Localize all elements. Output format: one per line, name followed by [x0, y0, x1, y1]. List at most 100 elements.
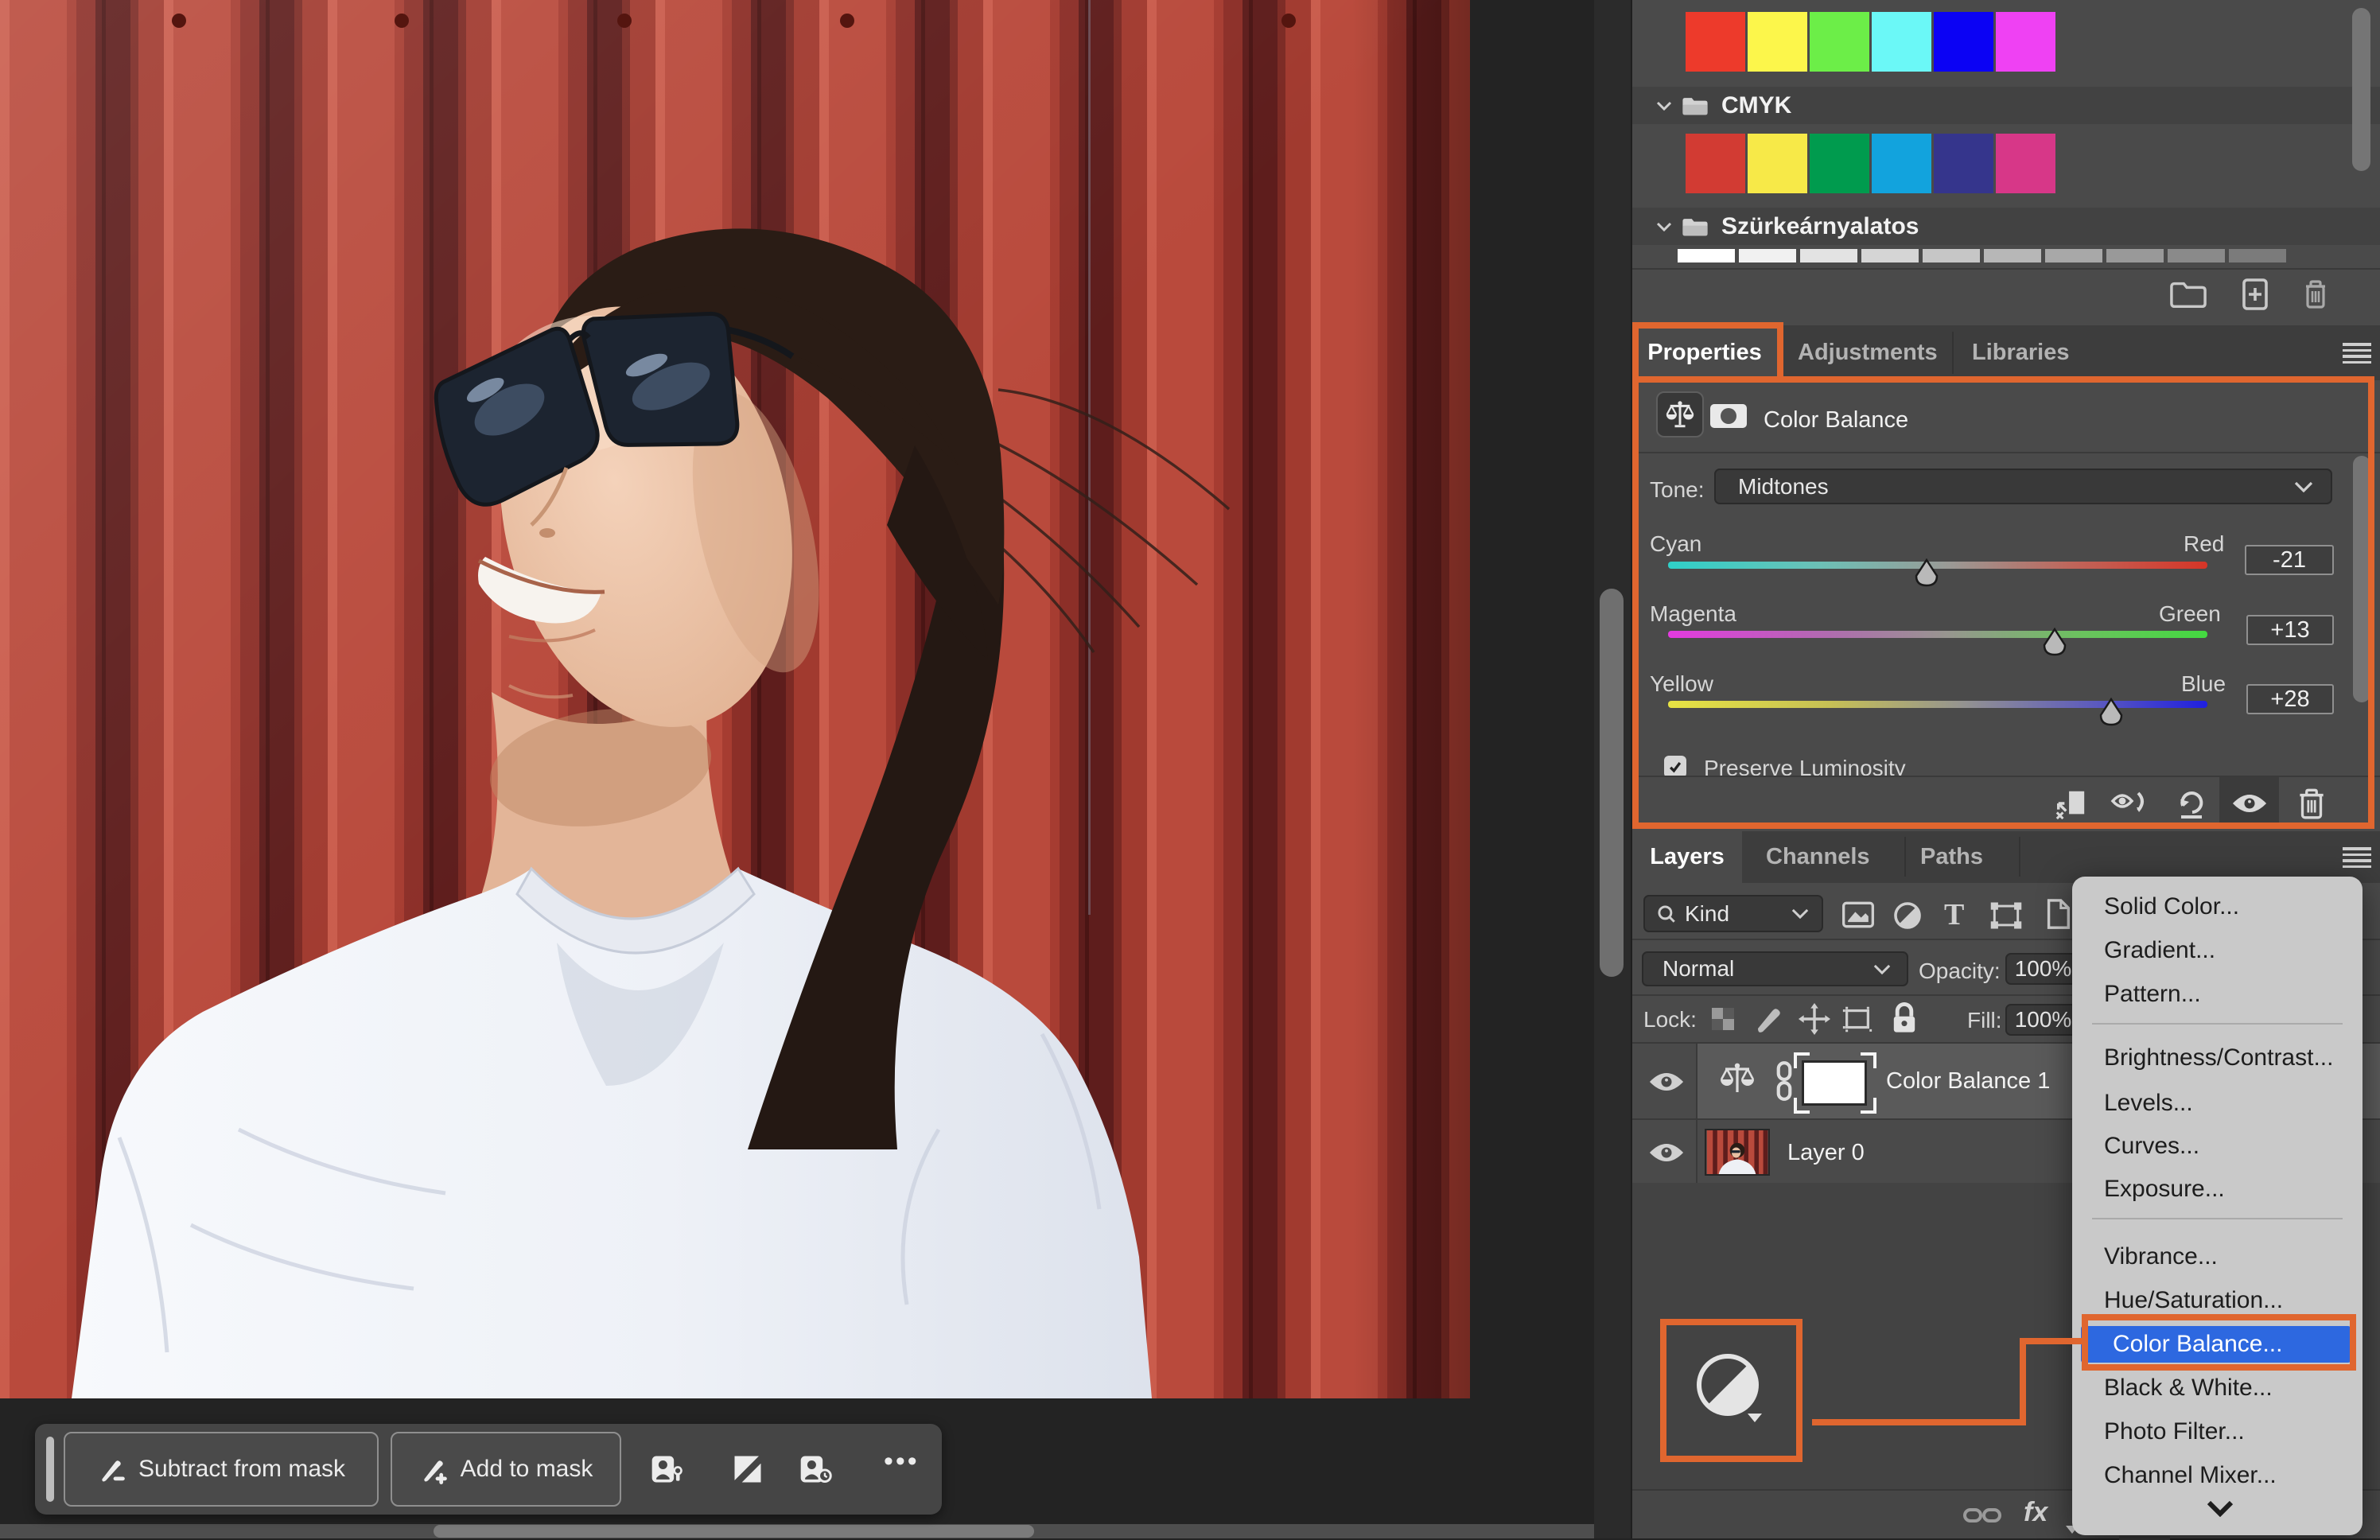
delete-swatch-button[interactable]	[2299, 277, 2332, 312]
canvas-vertical-scrollbar[interactable]	[1600, 589, 1624, 977]
link-layers-icon[interactable]	[1962, 1503, 2002, 1527]
menu-scroll-down-icon[interactable]	[2206, 1499, 2234, 1517]
swatch-group-cmyk[interactable]: CMYK	[1632, 87, 2380, 124]
swatch-group-label: CMYK	[1721, 92, 1791, 119]
taskbar-drag-handle[interactable]	[46, 1437, 54, 1502]
annotation-color-balance-item	[2082, 1314, 2356, 1371]
swatch[interactable]	[1748, 134, 1807, 193]
swatch[interactable]	[1810, 12, 1869, 72]
folder-icon	[1682, 95, 1709, 116]
swatch[interactable]	[1984, 249, 2041, 262]
swatch[interactable]	[1872, 12, 1931, 72]
swatch[interactable]	[1686, 12, 1745, 72]
subtract-from-mask-button[interactable]: Subtract from mask	[64, 1432, 379, 1507]
filter-pixel-layers-icon[interactable]	[1841, 900, 1876, 930]
swatch[interactable]	[1800, 249, 1857, 262]
tab-channels[interactable]: Channels	[1766, 844, 1870, 870]
chevron-down-icon	[1791, 908, 1809, 919]
swatch[interactable]	[1686, 134, 1745, 193]
menu-item-curves[interactable]: Curves...	[2072, 1128, 2362, 1165]
layer-name: Color Balance 1	[1886, 1068, 2050, 1095]
menu-item-gradient[interactable]: Gradient...	[2072, 932, 2362, 969]
chevron-down-icon	[1656, 222, 1672, 231]
taskbar-more-button[interactable]: •••	[884, 1446, 920, 1477]
contextual-taskbar: Subtract from mask Add to mask	[35, 1424, 942, 1515]
panel-menu-icon[interactable]	[2343, 343, 2371, 364]
fill-value[interactable]: 100%	[2005, 1004, 2081, 1036]
layer-name: Layer 0	[1787, 1140, 1865, 1166]
swatches-scrollbar[interactable]	[2352, 8, 2370, 171]
adjustment-layer-menu: Solid Color... Gradient... Pattern... Br…	[2072, 877, 2362, 1535]
menu-item-photo-filter[interactable]: Photo Filter...	[2072, 1414, 2362, 1450]
photo-canvas[interactable]	[0, 0, 1470, 1398]
canvas-area: Subtract from mask Add to mask	[0, 0, 1631, 1538]
chevron-down-icon	[1656, 101, 1672, 111]
annotation-properties-panel	[1632, 376, 2374, 829]
lock-artboard-icon[interactable]	[1841, 1004, 1874, 1036]
eye-icon[interactable]	[1648, 1141, 1685, 1165]
filter-adjustment-layers-icon[interactable]	[1892, 900, 1923, 931]
menu-item-exposure[interactable]: Exposure...	[2072, 1171, 2362, 1208]
add-to-mask-label: Add to mask	[461, 1456, 593, 1483]
menu-item-vibrance[interactable]: Vibrance...	[2072, 1239, 2362, 1275]
swatch[interactable]	[1996, 12, 2055, 72]
swatch[interactable]	[2106, 249, 2164, 262]
fill-label: Fill:	[1967, 1008, 2002, 1033]
new-adjustment-layer-icon[interactable]	[1692, 1351, 1764, 1423]
tab-layers[interactable]: Layers	[1632, 831, 1742, 883]
mask-history-button[interactable]	[796, 1450, 834, 1488]
brush-plus-icon	[419, 1454, 449, 1484]
filter-type-layers-icon[interactable]: T	[1944, 897, 1964, 932]
swatch[interactable]	[1934, 12, 1993, 72]
swatch[interactable]	[1748, 12, 1807, 72]
swatch[interactable]	[2045, 249, 2102, 262]
blend-mode-select[interactable]: Normal	[1642, 951, 1908, 986]
swatch-group-label: Szürkeárnyalatos	[1721, 213, 1919, 240]
filter-shape-layers-icon[interactable]	[1989, 900, 2024, 931]
mask-adjust-button[interactable]	[648, 1450, 686, 1488]
panel-menu-icon[interactable]	[2343, 847, 2371, 868]
menu-item-levels[interactable]: Levels...	[2072, 1085, 2362, 1122]
filter-kind-select[interactable]: Kind	[1643, 895, 1823, 932]
filter-smart-objects-icon[interactable]	[2043, 897, 2073, 932]
new-swatch-group-button[interactable]	[2170, 278, 2207, 310]
eye-icon[interactable]	[1648, 1070, 1685, 1094]
annotation-connector	[2020, 1338, 2082, 1344]
lock-paint-icon[interactable]	[1753, 1003, 1785, 1035]
swatch[interactable]	[2229, 249, 2286, 262]
swatch[interactable]	[1996, 134, 2055, 193]
tab-paths[interactable]: Paths	[1920, 844, 1983, 870]
swatch[interactable]	[1872, 134, 1931, 193]
menu-item-pattern[interactable]: Pattern...	[2072, 976, 2362, 1013]
tab-adjustments[interactable]: Adjustments	[1798, 340, 1938, 366]
mask-link-icon[interactable]	[1772, 1060, 1796, 1102]
swatch[interactable]	[1739, 249, 1796, 262]
tab-libraries[interactable]: Libraries	[1972, 340, 2070, 366]
opacity-value[interactable]: 100%	[2005, 953, 2081, 985]
swatch[interactable]	[1923, 249, 1980, 262]
canvas-horizontal-scrollbar-thumb[interactable]	[434, 1525, 1034, 1538]
layer-mask-thumbnail[interactable]	[1802, 1060, 1867, 1106]
menu-item-brightness-contrast[interactable]: Brightness/Contrast...	[2072, 1040, 2362, 1076]
swatch[interactable]	[2168, 249, 2225, 262]
menu-item-solid-color[interactable]: Solid Color...	[2072, 889, 2362, 925]
menu-item-black-white[interactable]: Black & White...	[2072, 1370, 2362, 1406]
disable-mask-button[interactable]	[729, 1450, 767, 1488]
swatch[interactable]	[1810, 134, 1869, 193]
color-balance-layer-icon	[1718, 1061, 1756, 1098]
swatch[interactable]	[1678, 249, 1735, 262]
add-to-mask-button[interactable]: Add to mask	[391, 1432, 621, 1507]
layer-effects-button[interactable]: fx	[2024, 1497, 2048, 1528]
annotation-connector	[1812, 1419, 2026, 1425]
lock-all-icon[interactable]	[1888, 1001, 1920, 1036]
layer-thumbnail[interactable]	[1705, 1129, 1770, 1176]
swatch[interactable]	[1934, 134, 1993, 193]
lock-position-icon[interactable]	[1798, 1002, 1831, 1036]
search-icon	[1656, 904, 1677, 924]
opacity-label: Opacity:	[1919, 959, 2001, 984]
swatch-group-grayscale[interactable]: Szürkeárnyalatos	[1632, 208, 2380, 245]
menu-item-channel-mixer[interactable]: Channel Mixer...	[2072, 1457, 2362, 1494]
new-swatch-button[interactable]	[2238, 277, 2272, 312]
lock-transparency-icon[interactable]	[1709, 1005, 1737, 1033]
swatch[interactable]	[1861, 249, 1919, 262]
